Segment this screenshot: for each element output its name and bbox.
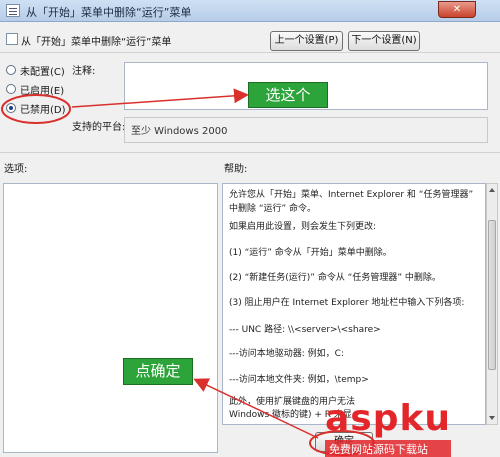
- watermark: aspku 免费网站源码下载站: [325, 398, 452, 457]
- highlight-ellipse-disabled: [1, 94, 71, 124]
- arrow-to-select-note: [71, 88, 249, 108]
- arrow-to-ok-note: [193, 378, 319, 439]
- annotation-select-this: 选这个: [248, 82, 328, 108]
- annotation-overlay: [1, 88, 375, 456]
- watermark-subtitle: 免费网站源码下载站: [325, 440, 452, 457]
- annotation-click-ok: 点确定: [123, 358, 193, 385]
- watermark-logo: aspku: [325, 398, 452, 439]
